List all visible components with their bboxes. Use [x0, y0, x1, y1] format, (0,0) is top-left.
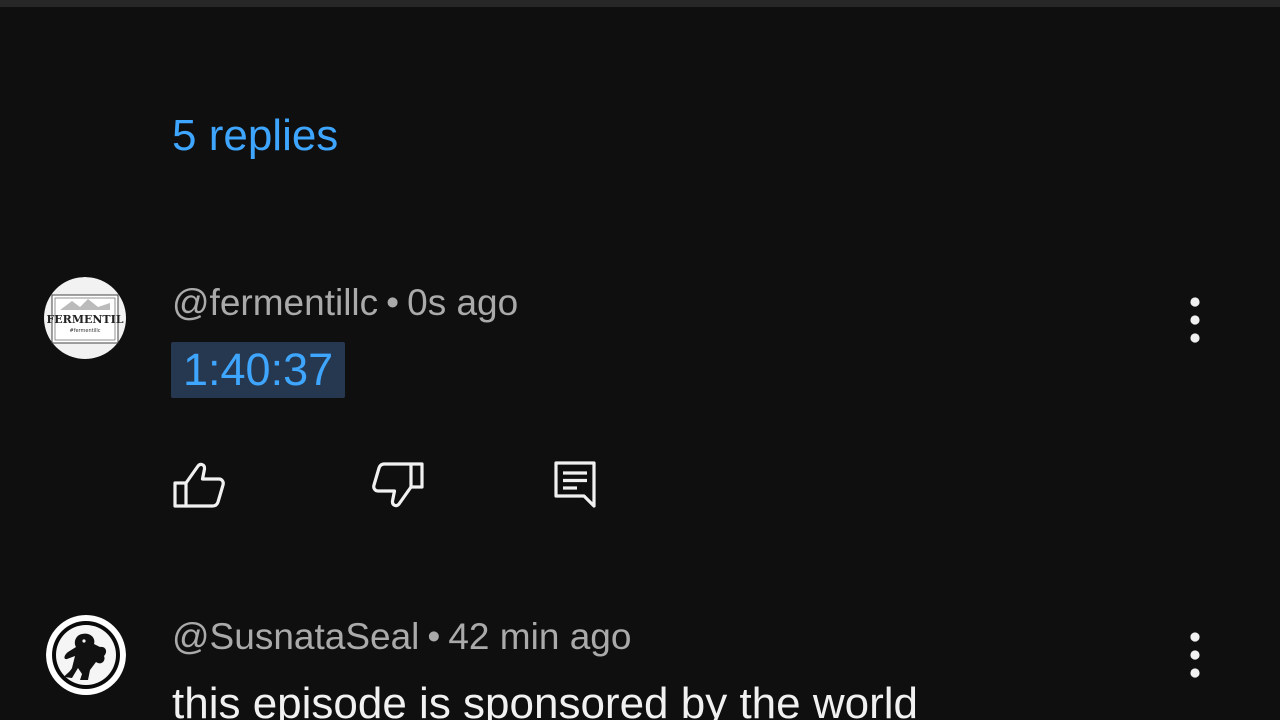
like-button[interactable]: [172, 460, 226, 510]
comment-item: @SusnataSeal • 42 min ago this episode is …: [0, 612, 1280, 720]
avatar[interactable]: FERMENTIL #fermentillc: [42, 277, 128, 359]
more-vert-icon: [1190, 297, 1200, 343]
comment-actions: [172, 460, 622, 510]
comments-panel: 5 replies FERMENTIL #fermentillc @fermen…: [0, 0, 1280, 720]
comment-reply-icon: [554, 461, 596, 508]
comment-text: this episode is sponsored by the world: [172, 679, 918, 720]
comment-author[interactable]: @fermentillc: [172, 282, 378, 323]
avatar[interactable]: [46, 614, 126, 696]
thumb-down-icon: [372, 462, 424, 508]
thumb-up-icon: [173, 462, 225, 508]
more-actions-button[interactable]: [1178, 296, 1212, 344]
svg-text:#fermentillc: #fermentillc: [70, 328, 101, 334]
top-divider: [0, 0, 1280, 7]
comment-author[interactable]: @SusnataSeal: [172, 616, 419, 657]
more-vert-icon: [1190, 632, 1200, 678]
more-actions-button[interactable]: [1178, 631, 1212, 679]
timestamp-link[interactable]: 1:40:37: [171, 342, 346, 398]
comment-time[interactable]: 42 min ago: [448, 616, 631, 657]
comment-meta: @fermentillc • 0s ago: [172, 281, 518, 325]
comment-time[interactable]: 0s ago: [407, 282, 518, 323]
dislike-button[interactable]: [371, 460, 425, 510]
reply-button[interactable]: [552, 460, 600, 510]
view-replies-button[interactable]: 5 replies: [172, 110, 338, 162]
svg-text:FERMENTIL: FERMENTIL: [46, 313, 123, 326]
comment-meta: @SusnataSeal • 42 min ago: [172, 615, 631, 659]
meta-separator: •: [427, 616, 441, 657]
meta-separator: •: [386, 282, 400, 323]
comment-item: FERMENTIL #fermentillc @fermentillc • 0s a…: [0, 277, 1280, 527]
